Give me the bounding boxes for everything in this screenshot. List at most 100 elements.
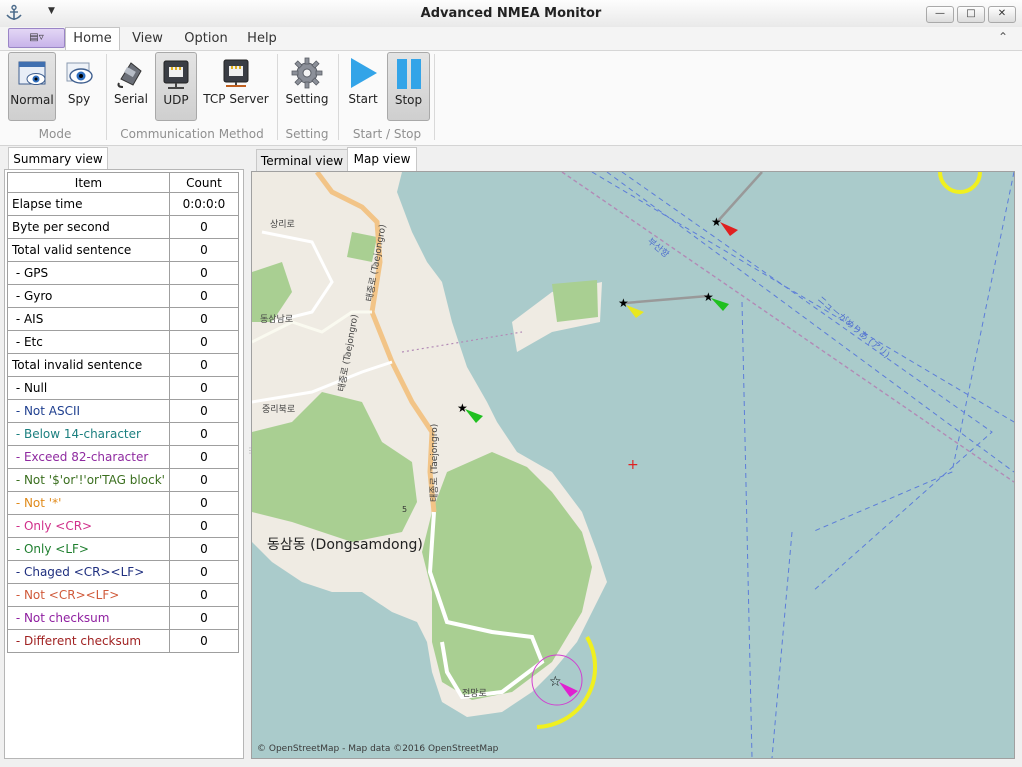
table-row[interactable]: - Only <CR> 0 <box>7 514 240 538</box>
column-header-count[interactable]: Count <box>168 172 240 193</box>
udp-label: UDP <box>163 93 189 107</box>
window-eye-icon <box>18 61 46 85</box>
row-item-label: Elapse time <box>7 192 170 216</box>
row-item-label: - GPS <box>7 261 170 285</box>
tab-option[interactable]: Option <box>180 28 232 49</box>
tab-home[interactable]: Home <box>65 27 120 51</box>
table-row[interactable]: - Different checksum 0 <box>7 629 240 653</box>
tab-summary-view[interactable]: Summary view <box>8 147 108 170</box>
tab-help[interactable]: Help <box>240 28 284 49</box>
table-row[interactable]: Elapse time 0:0:0:0 <box>7 192 240 216</box>
group-label-setting: Setting <box>285 127 329 141</box>
ribbon: Normal Spy Mode Serial UDP TCP Server Co… <box>0 50 1022 146</box>
table-row[interactable]: - GPS 0 <box>7 261 240 285</box>
table-row[interactable]: - Only <LF> 0 <box>7 537 240 561</box>
collapse-ribbon-icon[interactable]: ⌃ <box>998 30 1008 44</box>
row-item-label: Total valid sentence <box>7 238 170 262</box>
map-place-label: 동삼동 (Dongsamdong) <box>267 537 423 553</box>
table-row[interactable]: - Null 0 <box>7 376 240 400</box>
minimize-button[interactable]: — <box>926 6 954 23</box>
table-row[interactable]: - AIS 0 <box>7 307 240 331</box>
tcp-server-icon <box>223 59 249 87</box>
group-label-mode: Mode <box>38 127 72 141</box>
row-count-value: 0 <box>168 491 240 515</box>
row-count-value: 0 <box>168 284 240 308</box>
map-street-label: 상리로 <box>270 219 295 230</box>
row-item-label: - Different checksum <box>7 629 170 653</box>
table-row[interactable]: - Not checksum 0 <box>7 606 240 630</box>
row-item-label: - Not ASCII <box>7 399 170 423</box>
maximize-button[interactable]: □ <box>957 6 985 23</box>
group-separator <box>434 54 435 140</box>
tab-map-view[interactable]: Map view <box>347 147 417 172</box>
row-count-value: 0 <box>168 537 240 561</box>
row-item-label: - Exceed 82-character <box>7 445 170 469</box>
map-road-number: 5 <box>402 505 407 514</box>
group-separator <box>277 54 278 140</box>
pause-icon <box>396 59 421 89</box>
map-canvas[interactable]: ★ ★ ★ ★ ☆ + 동삼동 (Dongsamdong) 태종로 (Taejo… <box>252 172 1014 758</box>
spy-label: Spy <box>67 92 91 106</box>
stop-button[interactable]: Stop <box>387 52 430 121</box>
row-item-label: Byte per second <box>7 215 170 239</box>
table-row[interactable]: Total valid sentence 0 <box>7 238 240 262</box>
eye-icon <box>66 62 93 84</box>
serial-cable-icon <box>117 62 142 88</box>
group-label-start-stop: Start / Stop <box>352 127 422 141</box>
row-count-value: 0 <box>168 560 240 584</box>
tab-view[interactable]: View <box>125 28 170 49</box>
window-title: Advanced NMEA Monitor <box>420 6 602 21</box>
table-header-row: Item Count <box>7 172 240 193</box>
vessel-marker[interactable]: ★ <box>703 290 714 304</box>
serial-button[interactable]: Serial <box>111 52 151 119</box>
spy-mode-button[interactable]: Spy <box>58 52 100 119</box>
row-item-label: Total invalid sentence <box>7 353 170 377</box>
close-button[interactable]: ✕ <box>988 6 1016 23</box>
table-row[interactable]: - Not '*' 0 <box>7 491 240 515</box>
map-center-crosshair: + <box>627 457 639 473</box>
table-row[interactable]: Byte per second 0 <box>7 215 240 239</box>
map-street-label: 전망로 <box>462 688 487 699</box>
summary-table: Item Count Elapse time 0:0:0:0 Byte per se… <box>7 172 240 653</box>
column-header-item[interactable]: Item <box>7 172 170 193</box>
row-item-label: - Chaged <CR><LF> <box>7 560 170 584</box>
tcp-server-label: TCP Server <box>203 92 269 106</box>
gear-icon <box>291 57 323 89</box>
map-attribution: © OpenStreetMap - Map data ©2016 OpenStr… <box>257 744 499 754</box>
serial-label: Serial <box>114 92 148 106</box>
tcp-server-button[interactable]: TCP Server <box>201 52 271 119</box>
own-ship-marker[interactable]: ☆ <box>549 674 562 690</box>
title-bar: ▼ Advanced NMEA Monitor — □ ✕ <box>0 0 1022 28</box>
table-row[interactable]: - Not <CR><LF> 0 <box>7 583 240 607</box>
table-row[interactable]: - Etc 0 <box>7 330 240 354</box>
table-row[interactable]: - Below 14-character 0 <box>7 422 240 446</box>
row-item-label: - Only <LF> <box>7 537 170 561</box>
normal-mode-button[interactable]: Normal <box>8 52 56 121</box>
row-count-value: 0:0:0:0 <box>168 192 240 216</box>
row-count-value: 0 <box>168 445 240 469</box>
row-count-value: 0 <box>168 353 240 377</box>
vessel-marker[interactable]: ★ <box>711 215 722 229</box>
table-row[interactable]: - Not ASCII 0 <box>7 399 240 423</box>
row-item-label: - Not '$'or'!'or'TAG block' <box>7 468 170 492</box>
row-item-label: - Not <CR><LF> <box>7 583 170 607</box>
row-count-value: 0 <box>168 307 240 331</box>
table-row[interactable]: - Chaged <CR><LF> 0 <box>7 560 240 584</box>
table-row[interactable]: Total invalid sentence 0 <box>7 353 240 377</box>
row-count-value: 0 <box>168 468 240 492</box>
application-menu-button[interactable]: ▤▿ <box>8 28 65 48</box>
row-count-value: 0 <box>168 629 240 653</box>
udp-button[interactable]: UDP <box>155 52 197 121</box>
setting-button[interactable]: Setting <box>282 52 332 119</box>
table-row[interactable]: - Gyro 0 <box>7 284 240 308</box>
vessel-marker[interactable]: ★ <box>457 401 468 415</box>
start-button[interactable]: Start <box>343 52 383 119</box>
table-row[interactable]: - Exceed 82-character 0 <box>7 445 240 469</box>
map-street-label: 동삼남로 <box>260 314 293 325</box>
tab-terminal-view[interactable]: Terminal view <box>256 149 348 172</box>
map-view[interactable]: ★ ★ ★ ★ ☆ + 동삼동 (Dongsamdong) 태종로 (Taejo… <box>251 171 1015 759</box>
summary-panel: Summary view Item Count Elapse time 0:0:0… <box>4 147 244 759</box>
table-row[interactable]: - Not '$'or'!'or'TAG block' 0 <box>7 468 240 492</box>
vessel-marker[interactable]: ★ <box>618 296 629 310</box>
row-item-label: - Not checksum <box>7 606 170 630</box>
